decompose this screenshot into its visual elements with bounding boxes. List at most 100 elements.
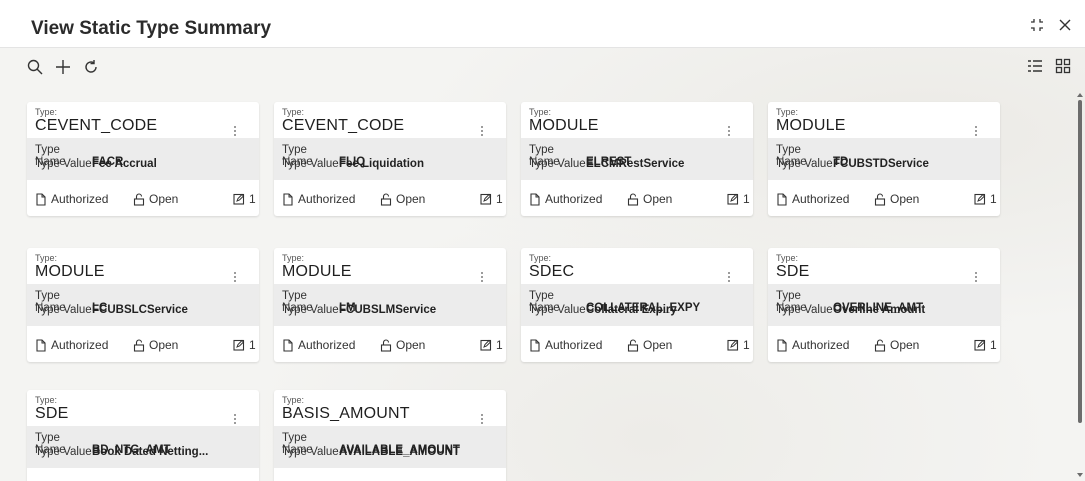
kebab-menu-icon[interactable]	[480, 270, 484, 282]
unlock-icon	[874, 192, 886, 206]
open-label: Open	[149, 338, 179, 352]
close-icon[interactable]	[1057, 17, 1073, 33]
card-footer: Authorized Open 1	[27, 180, 259, 216]
minimize-icon[interactable]	[1029, 17, 1045, 33]
type-value-value: Fee Accrual	[92, 158, 157, 170]
authorized-status: Authorized	[282, 338, 355, 352]
card-body: Type Name TD Type ValueFCUBSTDService	[768, 138, 1000, 180]
version-indicator: 1	[233, 338, 256, 352]
version-indicator: 1	[480, 192, 503, 206]
summary-card[interactable]: Type: CEVENT_CODE Type Name FACR Type Val…	[27, 102, 259, 216]
type-label: Type:	[35, 253, 58, 263]
version-number: 1	[496, 338, 503, 352]
open-status: Open	[133, 192, 178, 206]
version-indicator: 1	[974, 338, 997, 352]
type-value-label: Type Value	[529, 304, 586, 316]
version-number: 1	[249, 192, 256, 206]
open-label: Open	[643, 192, 673, 206]
edit-icon	[233, 339, 245, 351]
edit-icon	[233, 193, 245, 205]
summary-card[interactable]: Type: MODULE Type Name ELREST Type ValueE…	[521, 102, 753, 216]
unlock-icon	[380, 338, 392, 352]
card-footer: Authorized Open 1	[768, 180, 1000, 216]
type-value-label: Type Value	[776, 158, 833, 170]
type-value-value: FCUBSLMService	[339, 304, 437, 316]
summary-card[interactable]: Type: SDE Type Name OVERLINE_AMT Type Val…	[768, 248, 1000, 362]
type-value-label: Type Value	[529, 158, 586, 170]
summary-card[interactable]: Type: BASIS_AMOUNT Type Name AVAILABLE_AM…	[274, 390, 506, 481]
type-value-label: Type Value	[35, 446, 92, 458]
card-body: Type Name LM Type ValueFCUBSLMService	[274, 284, 506, 326]
document-icon	[529, 192, 541, 206]
type-value: MODULE	[35, 263, 105, 280]
grid-view-icon[interactable]	[1055, 58, 1071, 74]
version-number: 1	[990, 192, 997, 206]
kebab-menu-icon[interactable]	[727, 124, 731, 136]
card-footer: Authorized Open 1	[27, 468, 259, 481]
toolbar	[26, 58, 100, 76]
type-value-label: Type Value	[282, 304, 339, 316]
unlock-icon	[627, 338, 639, 352]
kebab-menu-icon[interactable]	[974, 124, 978, 136]
type-value: BASIS_AMOUNT	[282, 405, 410, 422]
summary-card[interactable]: Type: SDE Type Name BD_NTG_AMT Type Value…	[27, 390, 259, 481]
version-number: 1	[743, 192, 750, 206]
authorized-status: Authorized	[282, 192, 355, 206]
version-number: 1	[496, 192, 503, 206]
version-indicator: 1	[727, 192, 750, 206]
kebab-menu-icon[interactable]	[480, 412, 484, 424]
kebab-menu-icon[interactable]	[233, 270, 237, 282]
kebab-menu-icon[interactable]	[233, 124, 237, 136]
authorized-status: Authorized	[35, 338, 108, 352]
type-value-value: FCUBSLCService	[92, 304, 188, 316]
authorized-label: Authorized	[792, 338, 850, 352]
authorized-status: Authorized	[35, 192, 108, 206]
version-number: 1	[990, 338, 997, 352]
type-value-value: AVAILABLE_AMOUNT	[339, 446, 460, 458]
summary-card[interactable]: Type: MODULE Type Name LM Type ValueFCUBS…	[274, 248, 506, 362]
card-footer: Authorized Open 1	[521, 326, 753, 362]
scroll-up-arrow[interactable]	[1077, 93, 1083, 97]
kebab-menu-icon[interactable]	[974, 270, 978, 282]
summary-card[interactable]: Type: MODULE Type Name LC Type ValueFCUBS…	[27, 248, 259, 362]
edit-icon	[974, 193, 986, 205]
open-label: Open	[149, 192, 179, 206]
edit-icon	[727, 193, 739, 205]
card-body: Type Name FLIQ Type ValueFee Liquidation	[274, 138, 506, 180]
open-label: Open	[396, 192, 426, 206]
unlock-icon	[133, 338, 145, 352]
summary-card[interactable]: Type: SDEC Type Name COLLATERAL_EXPY Type…	[521, 248, 753, 362]
open-status: Open	[874, 192, 919, 206]
type-value: CEVENT_CODE	[35, 117, 158, 134]
card-footer: Authorized Open 1	[274, 468, 506, 481]
kebab-menu-icon[interactable]	[233, 412, 237, 424]
scrollbar[interactable]	[1078, 100, 1082, 423]
type-value-value: Book Dated Netting...	[92, 446, 209, 458]
version-indicator: 1	[233, 192, 256, 206]
version-indicator: 1	[727, 338, 750, 352]
summary-card[interactable]: Type: CEVENT_CODE Type Name FLIQ Type Val…	[274, 102, 506, 216]
authorized-status: Authorized	[776, 192, 849, 206]
document-icon	[35, 338, 47, 352]
refresh-icon[interactable]	[82, 58, 100, 76]
plus-icon[interactable]	[54, 58, 72, 76]
card-footer: Authorized Open 1	[27, 326, 259, 362]
card-footer: Authorized Open 1	[521, 180, 753, 216]
authorized-label: Authorized	[298, 192, 356, 206]
type-value-value: ELCMRestService	[586, 158, 685, 170]
unlock-icon	[380, 192, 392, 206]
open-status: Open	[133, 338, 178, 352]
open-status: Open	[627, 192, 672, 206]
type-label: Type:	[776, 253, 799, 263]
kebab-menu-icon[interactable]	[727, 270, 731, 282]
version-indicator: 1	[480, 338, 503, 352]
type-value-value: Overline Amount	[833, 304, 926, 316]
list-view-icon[interactable]	[1027, 58, 1043, 74]
scroll-down-arrow[interactable]	[1077, 473, 1083, 477]
document-icon	[35, 192, 47, 206]
kebab-menu-icon[interactable]	[480, 124, 484, 136]
type-label: Type:	[282, 253, 305, 263]
card-body: Type Name OVERLINE_AMT Type ValueOverline…	[768, 284, 1000, 326]
search-icon[interactable]	[26, 58, 44, 76]
summary-card[interactable]: Type: MODULE Type Name TD Type ValueFCUBS…	[768, 102, 1000, 216]
